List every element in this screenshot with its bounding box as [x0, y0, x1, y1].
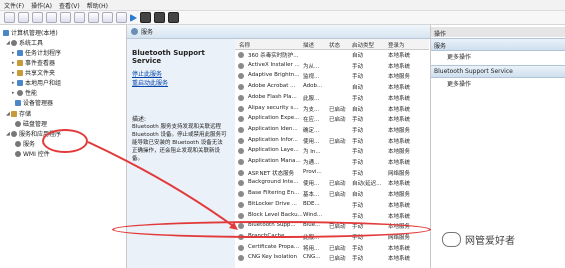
- watermark-text: 网管爱好者: [465, 236, 515, 247]
- annotation-arrow: [87, 141, 238, 230]
- chat-bubble-icon: [442, 232, 461, 247]
- watermark: 网管爱好者: [442, 232, 515, 247]
